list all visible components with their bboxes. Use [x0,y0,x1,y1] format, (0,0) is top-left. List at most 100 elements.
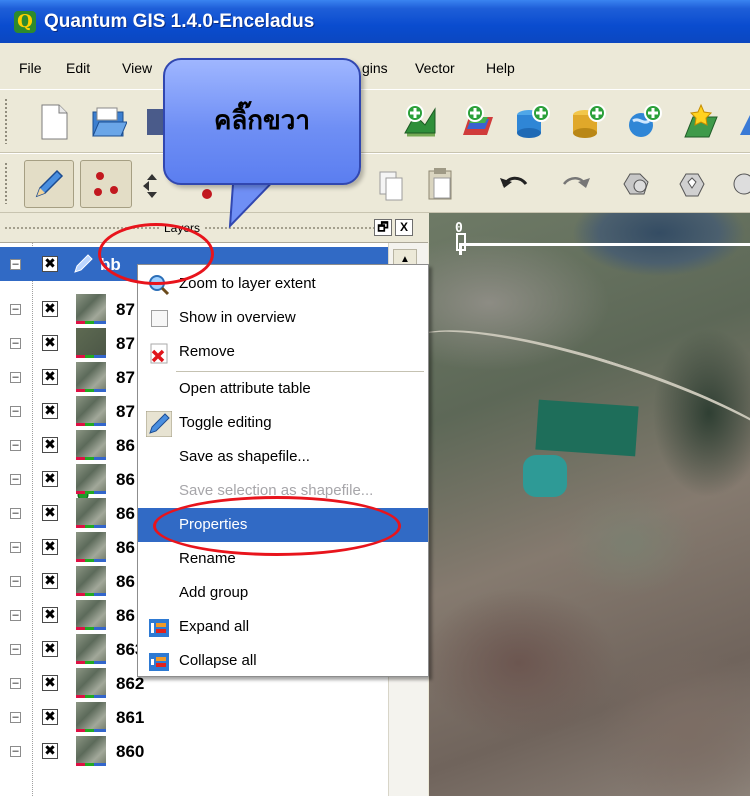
map-canvas[interactable]: 0 [429,213,750,796]
file-toolbar [0,89,750,153]
layer-name: 87 [116,300,135,319]
collapse-icon[interactable]: – [10,372,21,383]
collapse-icon[interactable]: – [10,678,21,689]
pencil-icon [146,411,172,437]
callout-bubble: คลิ๊กขวา [163,58,361,185]
open-project-icon[interactable] [88,102,128,142]
paste-features-icon[interactable] [420,160,460,208]
layer-visibility-checkbox[interactable]: ✖ [42,403,58,419]
menu-item-save-as-shapefile[interactable]: Save as shapefile... [138,440,428,474]
raster-thumbnail [76,736,106,766]
collapse-icon[interactable]: – [10,542,21,553]
layer-visibility-checkbox[interactable]: ✖ [42,335,58,351]
add-vector-layer-icon[interactable] [400,102,440,142]
layer-visibility-checkbox[interactable]: ✖ [42,505,58,521]
layer-context-menu: Zoom to layer extent Show in overview Re… [137,264,429,677]
raster-thumbnail [76,634,106,664]
layer-visibility-checkbox[interactable]: ✖ [42,743,58,759]
collapse-icon[interactable]: – [10,406,21,417]
layer-name: 87 [116,402,135,421]
add-island-icon[interactable] [672,160,712,208]
layer-visibility-checkbox[interactable]: ✖ [42,369,58,385]
raster-thumbnail [76,294,106,324]
collapse-all-icon [149,653,169,671]
layer-visibility-checkbox[interactable]: ✖ [42,607,58,623]
layer-visibility-checkbox[interactable]: ✖ [42,573,58,589]
raster-thumbnail [76,430,106,460]
collapse-icon[interactable]: – [10,474,21,485]
collapse-icon[interactable]: – [10,259,21,270]
raster-thumbnail [76,566,106,596]
menu-bar: File Edit View gins Vector Help [0,43,750,89]
layer-name: 861 [116,708,145,727]
move-feature-icon[interactable] [140,160,164,208]
layer-visibility-checkbox[interactable]: ✖ [42,256,58,272]
layer-visibility-checkbox[interactable]: ✖ [42,709,58,725]
undo-icon[interactable] [494,160,534,208]
map-pond [523,455,567,497]
collapse-icon[interactable]: – [10,712,21,723]
delete-ring-icon[interactable] [728,160,750,208]
layer-name: 86 [116,436,135,455]
redo-icon[interactable] [556,160,596,208]
digitizing-toolbar [0,153,750,213]
layer-name: 86 [116,572,135,591]
new-project-icon[interactable] [34,102,74,142]
layer-visibility-checkbox[interactable]: ✖ [42,641,58,657]
raster-thumbnail [76,362,106,392]
raster-thumbnail [76,498,106,528]
editing-pencil-icon [74,254,93,273]
menu-item-open-attribute-table[interactable]: Open attribute table [138,372,428,406]
collapse-icon[interactable]: – [10,644,21,655]
add-wms-layer-icon[interactable] [624,102,664,142]
layer-visibility-checkbox[interactable]: ✖ [42,437,58,453]
add-raster-layer-icon[interactable] [458,102,498,142]
menu-edit[interactable]: Edit [66,60,90,76]
layer-visibility-checkbox[interactable]: ✖ [42,301,58,317]
layer-visibility-checkbox[interactable]: ✖ [42,539,58,555]
collapse-icon[interactable]: – [10,338,21,349]
collapse-icon[interactable]: – [10,746,21,757]
copy-features-icon[interactable] [370,160,410,208]
menu-view[interactable]: View [122,60,152,76]
menu-item-toggle-editing[interactable]: Toggle editing [138,406,428,440]
toggle-editing-button[interactable] [24,160,74,208]
menu-item-expand-all[interactable]: Expand all [138,610,428,644]
layer-visibility-checkbox[interactable]: ✖ [42,471,58,487]
menu-item-collapse-all[interactable]: Collapse all [138,644,428,678]
save-project-icon[interactable] [146,102,164,142]
new-vector-layer-icon[interactable] [680,102,720,142]
layer-row[interactable]: – ✖ 861 [0,700,388,734]
menu-file[interactable]: File [19,60,42,76]
toolbar-grip-2[interactable] [4,162,8,204]
scale-bar [459,243,750,255]
collapse-icon[interactable]: – [10,610,21,621]
menu-plugins[interactable]: gins [362,60,388,76]
raster-thumbnail [76,600,106,630]
collapse-icon[interactable]: – [10,304,21,315]
add-spatialite-layer-icon[interactable] [568,102,608,142]
float-panel-button[interactable]: 🗗 [374,219,392,236]
close-panel-button[interactable]: X [395,219,413,236]
simplify-feature-icon[interactable] [616,160,656,208]
menu-item-add-group[interactable]: Add group [138,576,428,610]
more-toolbar-icon[interactable] [736,102,750,142]
menu-vector[interactable]: Vector [415,60,455,76]
toolbar-grip[interactable] [4,98,8,144]
window-title: Quantum GIS 1.4.0-Enceladus [44,10,315,32]
annotation-circle-layer [98,223,214,285]
collapse-icon[interactable]: – [10,576,21,587]
raster-thumbnail [76,464,106,494]
layer-row[interactable]: – ✖ 860 [0,734,388,768]
menu-help[interactable]: Help [486,60,515,76]
menu-item-remove[interactable]: Remove [138,335,428,369]
menu-item-show-in-overview[interactable]: Show in overview [138,301,428,335]
add-postgis-layer-icon[interactable] [512,102,552,142]
map-pond [535,399,639,457]
layer-name: 86 [116,606,135,625]
collapse-icon[interactable]: – [10,440,21,451]
layer-visibility-checkbox[interactable]: ✖ [42,675,58,691]
raster-thumbnail [76,328,106,358]
capture-point-button[interactable] [80,160,132,208]
collapse-icon[interactable]: – [10,508,21,519]
